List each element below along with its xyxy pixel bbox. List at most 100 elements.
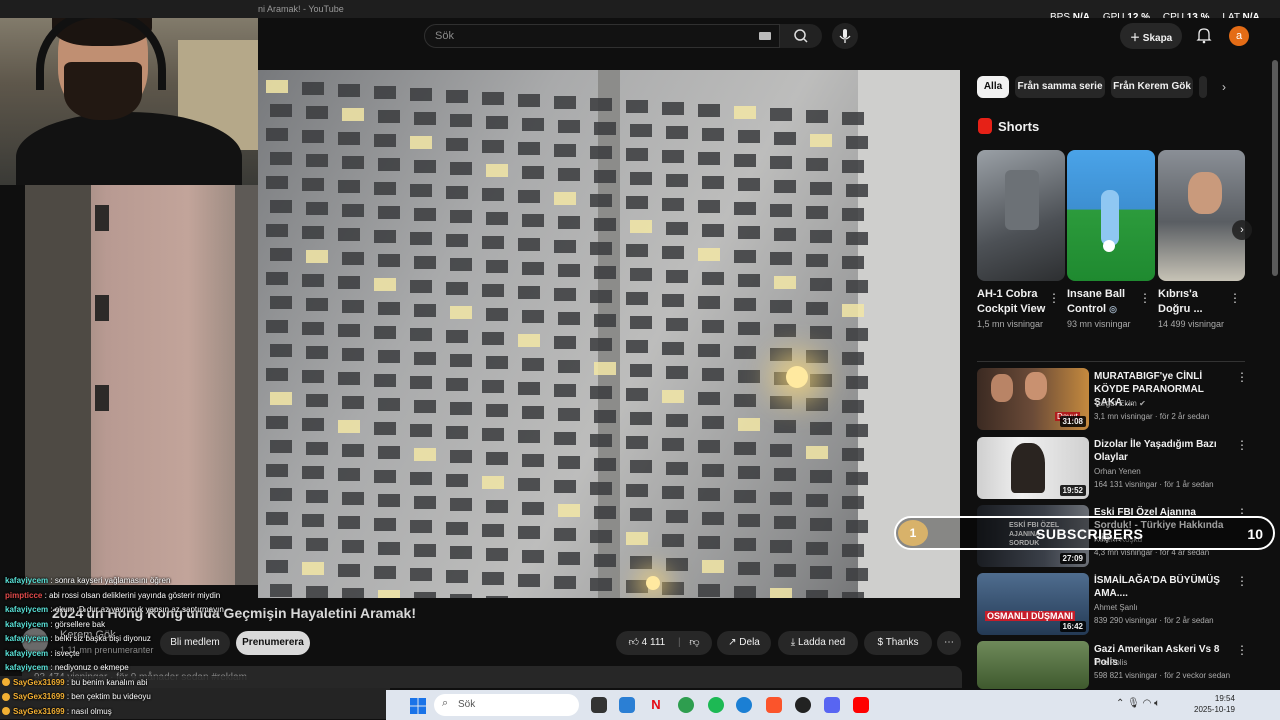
kebab-menu-icon[interactable]: ⋮ xyxy=(1236,438,1248,452)
short-title[interactable]: AH-1 Cobra Cockpit View xyxy=(977,287,1049,317)
create-label: Skapa xyxy=(1142,33,1173,44)
file-explorer-icon[interactable] xyxy=(619,697,635,713)
share-icon: ↗ xyxy=(728,637,740,648)
divider xyxy=(977,361,1245,362)
search-button[interactable] xyxy=(780,24,822,48)
chat-message: kafayiycem : sonra kayseri yağlamasını ö… xyxy=(5,576,171,585)
recommendation-channel[interactable]: The Polis xyxy=(1094,658,1234,667)
video-duration: 31:08 xyxy=(1059,416,1086,427)
chevron-right-icon[interactable]: › xyxy=(1222,80,1226,94)
account-avatar[interactable]: a xyxy=(1229,26,1249,46)
shorts-next-icon[interactable]: › xyxy=(1232,220,1252,240)
chat-username: pimpticce xyxy=(5,590,43,600)
video-duration: 27:09 xyxy=(1059,553,1086,564)
chat-message: kafayiycem : belki siz başka bişi diyonu… xyxy=(5,634,151,643)
share-button[interactable]: ↗ Dela xyxy=(717,631,771,655)
share-label: Dela xyxy=(739,637,760,648)
chat-message: kafayiycem : görsellere bak xyxy=(5,619,106,629)
download-button[interactable]: ⤓ Ladda ned xyxy=(778,631,858,655)
recommendation-thumbnail[interactable] xyxy=(977,641,1089,689)
kebab-menu-icon[interactable]: ⋮ xyxy=(1236,370,1248,384)
youtube-header: Sök ＋ Skapa a xyxy=(258,18,1280,54)
like-dislike-bar: 👍︎ 4 111 | 👎︎ xyxy=(616,631,712,655)
kebab-menu-icon[interactable]: ⋮ xyxy=(1139,291,1151,305)
goal-current: 1 xyxy=(898,520,928,546)
notifications-bell-icon[interactable] xyxy=(1196,26,1212,44)
short-views: 93 mn visningar xyxy=(1067,319,1131,329)
thanks-button[interactable]: $ Thanks xyxy=(864,631,932,655)
thumbnail-caption: OSMANLI DÜŞMANI xyxy=(985,611,1075,621)
edge-icon[interactable] xyxy=(736,697,752,713)
kebab-menu-icon[interactable]: ⋮ xyxy=(1048,291,1060,305)
verified-icon: ◎ xyxy=(1109,304,1118,314)
video-player[interactable] xyxy=(258,70,960,598)
chip-same-series[interactable]: Från samma serie xyxy=(1015,76,1105,98)
taskbar-search[interactable]: ⌕ Sök xyxy=(434,694,579,716)
create-button[interactable]: ＋ Skapa xyxy=(1120,23,1182,49)
voice-search-button[interactable] xyxy=(832,23,858,49)
taskbar-clock[interactable]: 19:54 2025-10-19 xyxy=(1194,693,1235,715)
street-lamp xyxy=(646,576,660,590)
spotify-icon[interactable] xyxy=(708,697,724,713)
recommendation-channel[interactable]: Ahmet Şanlı xyxy=(1094,603,1234,612)
scrollbar[interactable] xyxy=(1272,60,1278,276)
chat-text: görsellere bak xyxy=(54,619,106,629)
chat-message: kafayiycem : nediyonuz o ekmepe xyxy=(5,663,129,672)
task-view-icon[interactable] xyxy=(591,697,607,713)
chat-text: abi rossi olsan deliklerini yayında göst… xyxy=(49,590,221,600)
short-views: 14 499 visningar xyxy=(1158,319,1225,329)
wifi-icon: ◠ xyxy=(1142,698,1155,709)
windows-start-icon[interactable] xyxy=(410,698,426,714)
discord-icon[interactable] xyxy=(824,697,840,713)
short-thumbnail[interactable] xyxy=(977,150,1065,281)
short-title[interactable]: Kıbrıs'a Doğru ... xyxy=(1158,287,1218,317)
chat-text: bu benim kanalım abi xyxy=(71,677,148,687)
short-views: 1,5 mn visningar xyxy=(977,319,1044,329)
chat-message: kafayiycem : isveçte xyxy=(5,648,80,658)
chrome-icon[interactable] xyxy=(678,697,694,713)
obs-icon[interactable] xyxy=(795,697,811,713)
like-button[interactable]: 👍︎ 4 111 xyxy=(628,637,665,648)
more-icon: ⋯ xyxy=(944,637,954,648)
short-title[interactable]: Insane Ball Control ◎ xyxy=(1067,287,1139,317)
recommendation-meta: 839 290 visningar · för 2 år sedan xyxy=(1094,616,1214,625)
recommendation-thumbnail[interactable]: 19:52 xyxy=(977,437,1089,499)
chat-text: ben çektim bu videoyu xyxy=(71,692,151,701)
short-thumbnail[interactable] xyxy=(1158,150,1245,281)
kebab-menu-icon[interactable]: ⋮ xyxy=(1236,643,1248,657)
search-input[interactable]: Sök xyxy=(424,24,780,48)
recommendation-channel[interactable]: Orhan Yenen xyxy=(1094,467,1234,476)
recommendation-title[interactable]: İSMAİLAĞA'DA BÜYÜMÜŞ AMA.... xyxy=(1094,574,1228,600)
download-label: Ladda ned xyxy=(797,637,846,648)
recommendation-title[interactable]: Dizolar İle Yaşadığım Bazı Olaylar xyxy=(1094,438,1228,464)
recommendation-channel[interactable]: Turgut Ekim ✔ xyxy=(1094,399,1234,408)
dislike-button[interactable]: 👎︎ xyxy=(689,637,699,648)
channel-name-text: Turgut Ekim xyxy=(1094,399,1137,408)
chip-partial[interactable] xyxy=(1199,76,1207,98)
keyboard-icon[interactable] xyxy=(759,32,771,40)
chat-username: kafayiycem xyxy=(5,605,49,614)
system-tray[interactable]: ⌃ 🎙︎ ◠ 🔈︎ xyxy=(1116,698,1160,709)
recommendation-thumbnail[interactable]: Davut 31:08 xyxy=(977,368,1089,430)
clock-date: 2025-10-19 xyxy=(1194,705,1235,714)
goal-target: 10 xyxy=(1247,526,1263,542)
search-icon: ⌕ xyxy=(442,697,449,709)
chip-from-channel[interactable]: Från Kerem Gök xyxy=(1111,76,1193,98)
chat-message: SayGex31699 : ben çektim bu videoyu xyxy=(0,690,390,705)
goal-label: SUBSCRIBERS xyxy=(1036,526,1144,542)
verified-icon: ✔ xyxy=(1139,399,1146,408)
sub-badge-icon xyxy=(2,707,10,716)
chip-all[interactable]: Alla xyxy=(977,76,1009,98)
clock-time: 19:54 xyxy=(1214,694,1235,703)
kebab-menu-icon[interactable]: ⋮ xyxy=(1236,574,1248,588)
chat-username: kafayiycem xyxy=(5,663,49,672)
more-actions-button[interactable]: ⋯ xyxy=(937,631,961,655)
subscriber-goal-overlay: 1 SUBSCRIBERS 10 xyxy=(894,516,1275,550)
brave-icon[interactable] xyxy=(766,697,782,713)
short-thumbnail[interactable] xyxy=(1067,150,1155,281)
youtube-icon[interactable] xyxy=(853,697,869,713)
thanks-label: Thanks xyxy=(885,637,919,648)
kebab-menu-icon[interactable]: ⋮ xyxy=(1229,291,1241,305)
netflix-icon[interactable]: N xyxy=(648,697,664,713)
recommendation-thumbnail[interactable]: OSMANLI DÜŞMANI 16:42 xyxy=(977,573,1089,635)
